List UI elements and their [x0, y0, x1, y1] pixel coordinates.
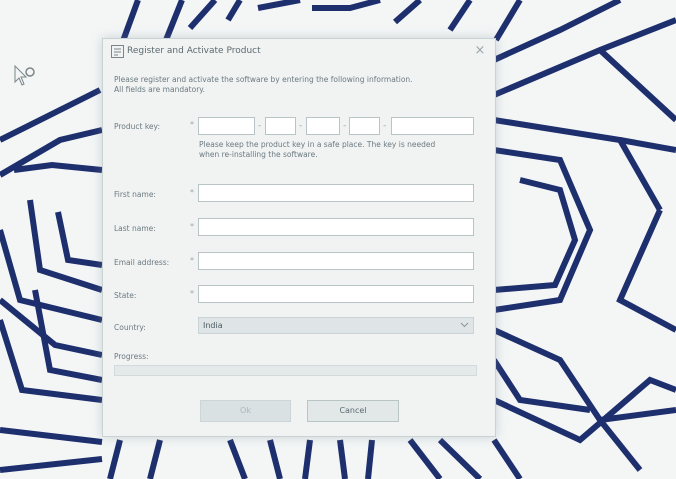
- key-separator: -: [258, 121, 262, 131]
- key-separator: -: [299, 121, 303, 131]
- close-button[interactable]: ×: [471, 42, 489, 60]
- product-key-segment-4[interactable]: [349, 117, 380, 135]
- last-name-label: Last name:: [114, 224, 156, 233]
- product-key-segment-1[interactable]: [198, 117, 255, 135]
- country-select[interactable]: India: [198, 317, 474, 334]
- product-key-label: Product key:: [114, 122, 160, 131]
- chevron-down-icon: [460, 322, 469, 328]
- intro-line-1: Please register and activate the softwar…: [114, 75, 413, 84]
- intro-text: Please register and activate the softwar…: [114, 75, 484, 95]
- key-separator: -: [383, 121, 387, 131]
- required-marker: *: [190, 256, 194, 265]
- first-name-field[interactable]: [198, 184, 474, 202]
- cancel-button[interactable]: Cancel: [307, 400, 399, 422]
- product-key-segment-2[interactable]: [265, 117, 296, 135]
- required-marker: *: [190, 222, 194, 231]
- first-name-label: First name:: [114, 190, 156, 199]
- product-key-note: Please keep the product key in a safe pl…: [199, 140, 439, 160]
- last-name-field[interactable]: [198, 218, 474, 236]
- country-value: India: [203, 321, 223, 330]
- product-key-note-line-2: when re-installing the software.: [199, 150, 318, 159]
- app-icon: [111, 45, 124, 58]
- required-marker: *: [190, 120, 194, 129]
- product-key-segment-3[interactable]: [306, 117, 340, 135]
- required-marker: *: [190, 188, 194, 197]
- register-dialog: Register and Activate Product × Please r…: [102, 38, 496, 437]
- dialog-titlebar: Register and Activate Product ×: [103, 39, 495, 65]
- progress-label: Progress:: [114, 352, 149, 361]
- ok-button[interactable]: Ok: [200, 400, 291, 422]
- state-label: State:: [114, 291, 137, 300]
- intro-line-2: All fields are mandatory.: [114, 85, 206, 94]
- country-label: Country:: [114, 323, 146, 332]
- product-key-segment-5[interactable]: [391, 117, 474, 135]
- required-marker: *: [190, 289, 194, 298]
- dialog-title: Register and Activate Product: [127, 46, 261, 56]
- email-label: Email address:: [114, 258, 170, 267]
- product-key-note-line-1: Please keep the product key in a safe pl…: [199, 140, 436, 149]
- progress-bar: [114, 365, 477, 376]
- state-field[interactable]: [198, 285, 474, 303]
- key-separator: -: [343, 121, 347, 131]
- email-field[interactable]: [198, 252, 474, 270]
- pointer-busy-icon: [14, 64, 35, 86]
